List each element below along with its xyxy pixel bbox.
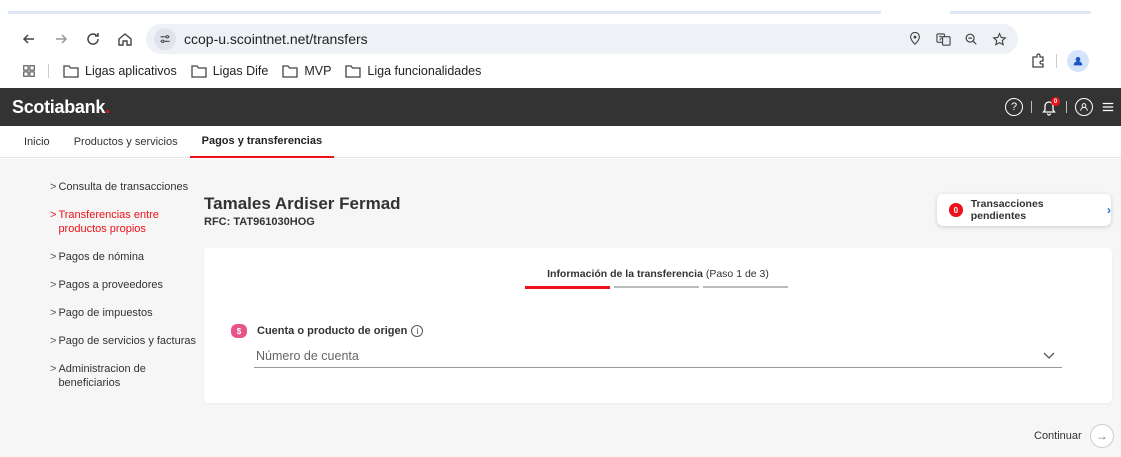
bookmark-label: Ligas Dife — [212, 64, 269, 78]
back-icon[interactable] — [18, 28, 40, 50]
forward-icon[interactable] — [50, 28, 72, 50]
bookmark-mvp[interactable]: MVP — [282, 64, 331, 78]
customer-name: Tamales Ardiser Fermad — [204, 194, 401, 213]
sidebar-item-transferencias[interactable]: > Transferencias entre productos propios — [50, 208, 200, 236]
sidebar-item-impuestos[interactable]: > Pago de impuestos — [50, 306, 200, 320]
bookmark-ligas-dife[interactable]: Ligas Dife — [191, 64, 269, 78]
tab-indicator-secondary — [950, 11, 1091, 14]
user-profile-icon[interactable] — [1075, 98, 1093, 116]
step-bar-3 — [703, 286, 788, 288]
header-divider — [1031, 101, 1032, 113]
menu-icon[interactable] — [1101, 100, 1115, 114]
chevron-right-icon: › — [1107, 203, 1111, 217]
nav-item-productos[interactable]: Productos y servicios — [62, 126, 190, 158]
bookmark-label: MVP — [304, 64, 332, 78]
logo-text: Scotiabank — [12, 96, 106, 117]
bookmark-liga-funcionalidades[interactable]: Liga funcionalidades — [345, 64, 481, 78]
notification-badge: 0 — [1051, 97, 1060, 106]
apps-grid-icon[interactable] — [22, 64, 36, 78]
continue-button[interactable]: Continuar → — [1034, 424, 1114, 448]
account-number-placeholder: Número de cuenta — [256, 348, 359, 363]
arrow-right-icon: → — [1089, 424, 1114, 448]
origin-account-label: $ Cuenta o producto de origen i — [231, 324, 424, 338]
bookmark-ligas-aplicativos[interactable]: Ligas aplicativos — [63, 64, 177, 78]
help-icon[interactable]: ? — [1005, 98, 1023, 116]
step-name: Información de la transferencia — [547, 268, 703, 280]
address-bar[interactable]: ccop-u.scointnet.net/transfers — [146, 24, 1018, 54]
bookmarks-divider — [48, 64, 49, 78]
sidebar-item-label: Transferencias entre productos propios — [58, 209, 159, 235]
bookmark-label: Liga funcionalidades — [367, 64, 482, 78]
chevron-down-icon — [1043, 352, 1055, 359]
folder-icon — [282, 65, 298, 78]
location-pin-icon[interactable] — [906, 30, 924, 48]
sidebar: > Consulta de transacciones > Transferenci… — [50, 180, 200, 404]
origin-account-label-text: Cuenta o producto de origen — [257, 325, 408, 337]
step-progress-bar — [525, 285, 788, 289]
chevron-right-icon: > — [50, 363, 57, 375]
bookmarks-bar: Ligas aplicativos Ligas Dife MVP Liga fu… — [0, 58, 1121, 84]
tab-strip — [0, 0, 1121, 14]
sidebar-item-label: Administracion de beneficiarios — [58, 363, 146, 389]
bookmark-star-icon[interactable] — [990, 30, 1008, 48]
pending-label: Transacciones pendientes — [970, 198, 1044, 222]
address-bar-actions — [906, 24, 1008, 54]
folder-icon — [345, 65, 362, 78]
piggy-bank-icon: $ — [231, 324, 247, 338]
step-bar-1 — [525, 285, 610, 289]
sidebar-item-label: Pagos de nómina — [58, 251, 145, 263]
sidebar-item-proveedores[interactable]: > Pagos a proveedores — [50, 278, 200, 292]
chevron-right-icon: > — [50, 307, 57, 319]
chevron-right-icon: > — [50, 181, 57, 193]
zoom-icon[interactable] — [962, 30, 980, 48]
bookmark-label: Ligas aplicativos — [85, 64, 177, 78]
transfer-form-card: Información de la transferencia (Paso 1 … — [204, 248, 1112, 403]
step-title: Información de la transferencia (Paso 1 … — [204, 268, 1112, 280]
main-navigation: Inicio Productos y servicios Pagos y tra… — [0, 126, 1121, 158]
site-settings-icon[interactable] — [154, 28, 176, 50]
sidebar-item-label: Pagos a proveedores — [58, 279, 164, 291]
chevron-right-icon: > — [50, 209, 57, 221]
sidebar-item-label: Pago de servicios y facturas — [58, 335, 197, 347]
pending-count-badge: 0 — [949, 203, 963, 217]
nav-item-pagos[interactable]: Pagos y transferencias — [189, 126, 335, 158]
sidebar-item-consulta[interactable]: > Consulta de transacciones — [50, 180, 200, 194]
site-header: Scotiabank. ? 0 — [0, 88, 1121, 126]
sidebar-item-label: Consulta de transacciones — [58, 181, 189, 193]
header-actions: ? 0 — [1005, 88, 1115, 126]
notifications-bell-icon[interactable]: 0 — [1040, 97, 1060, 116]
info-icon[interactable]: i — [411, 325, 424, 337]
folder-icon — [191, 65, 207, 78]
translate-icon[interactable] — [934, 30, 952, 48]
url-text[interactable]: ccop-u.scointnet.net/transfers — [184, 31, 368, 47]
pending-transactions-button[interactable]: 0 Transacciones pendientes › — [937, 194, 1111, 226]
folder-icon — [63, 65, 79, 78]
sidebar-item-servicios[interactable]: > Pago de servicios y facturas — [50, 334, 200, 348]
nav-item-inicio[interactable]: Inicio — [12, 126, 62, 158]
account-number-select[interactable]: Número de cuenta — [254, 344, 1062, 368]
continue-label: Continuar — [1034, 430, 1082, 442]
tab-indicator — [8, 11, 881, 14]
step-bar-2 — [614, 286, 699, 288]
reload-icon[interactable] — [82, 28, 104, 50]
sidebar-item-label: Pago de impuestos — [58, 307, 153, 319]
chevron-right-icon: > — [50, 251, 57, 263]
home-icon[interactable] — [114, 28, 136, 50]
chevron-right-icon: > — [50, 279, 57, 291]
address-row: ccop-u.scointnet.net/transfers — [0, 22, 1121, 72]
scotiabank-logo[interactable]: Scotiabank. — [12, 97, 110, 118]
chevron-right-icon: > — [50, 335, 57, 347]
sidebar-item-nomina[interactable]: > Pagos de nómina — [50, 250, 200, 264]
logo-dot: . — [105, 96, 110, 117]
customer-rfc: RFC: TAT961030HOG — [204, 216, 315, 228]
sidebar-item-beneficiarios[interactable]: > Administracion de beneficiarios — [50, 362, 200, 390]
header-divider — [1066, 101, 1067, 113]
step-progress: (Paso 1 de 3) — [705, 268, 769, 280]
